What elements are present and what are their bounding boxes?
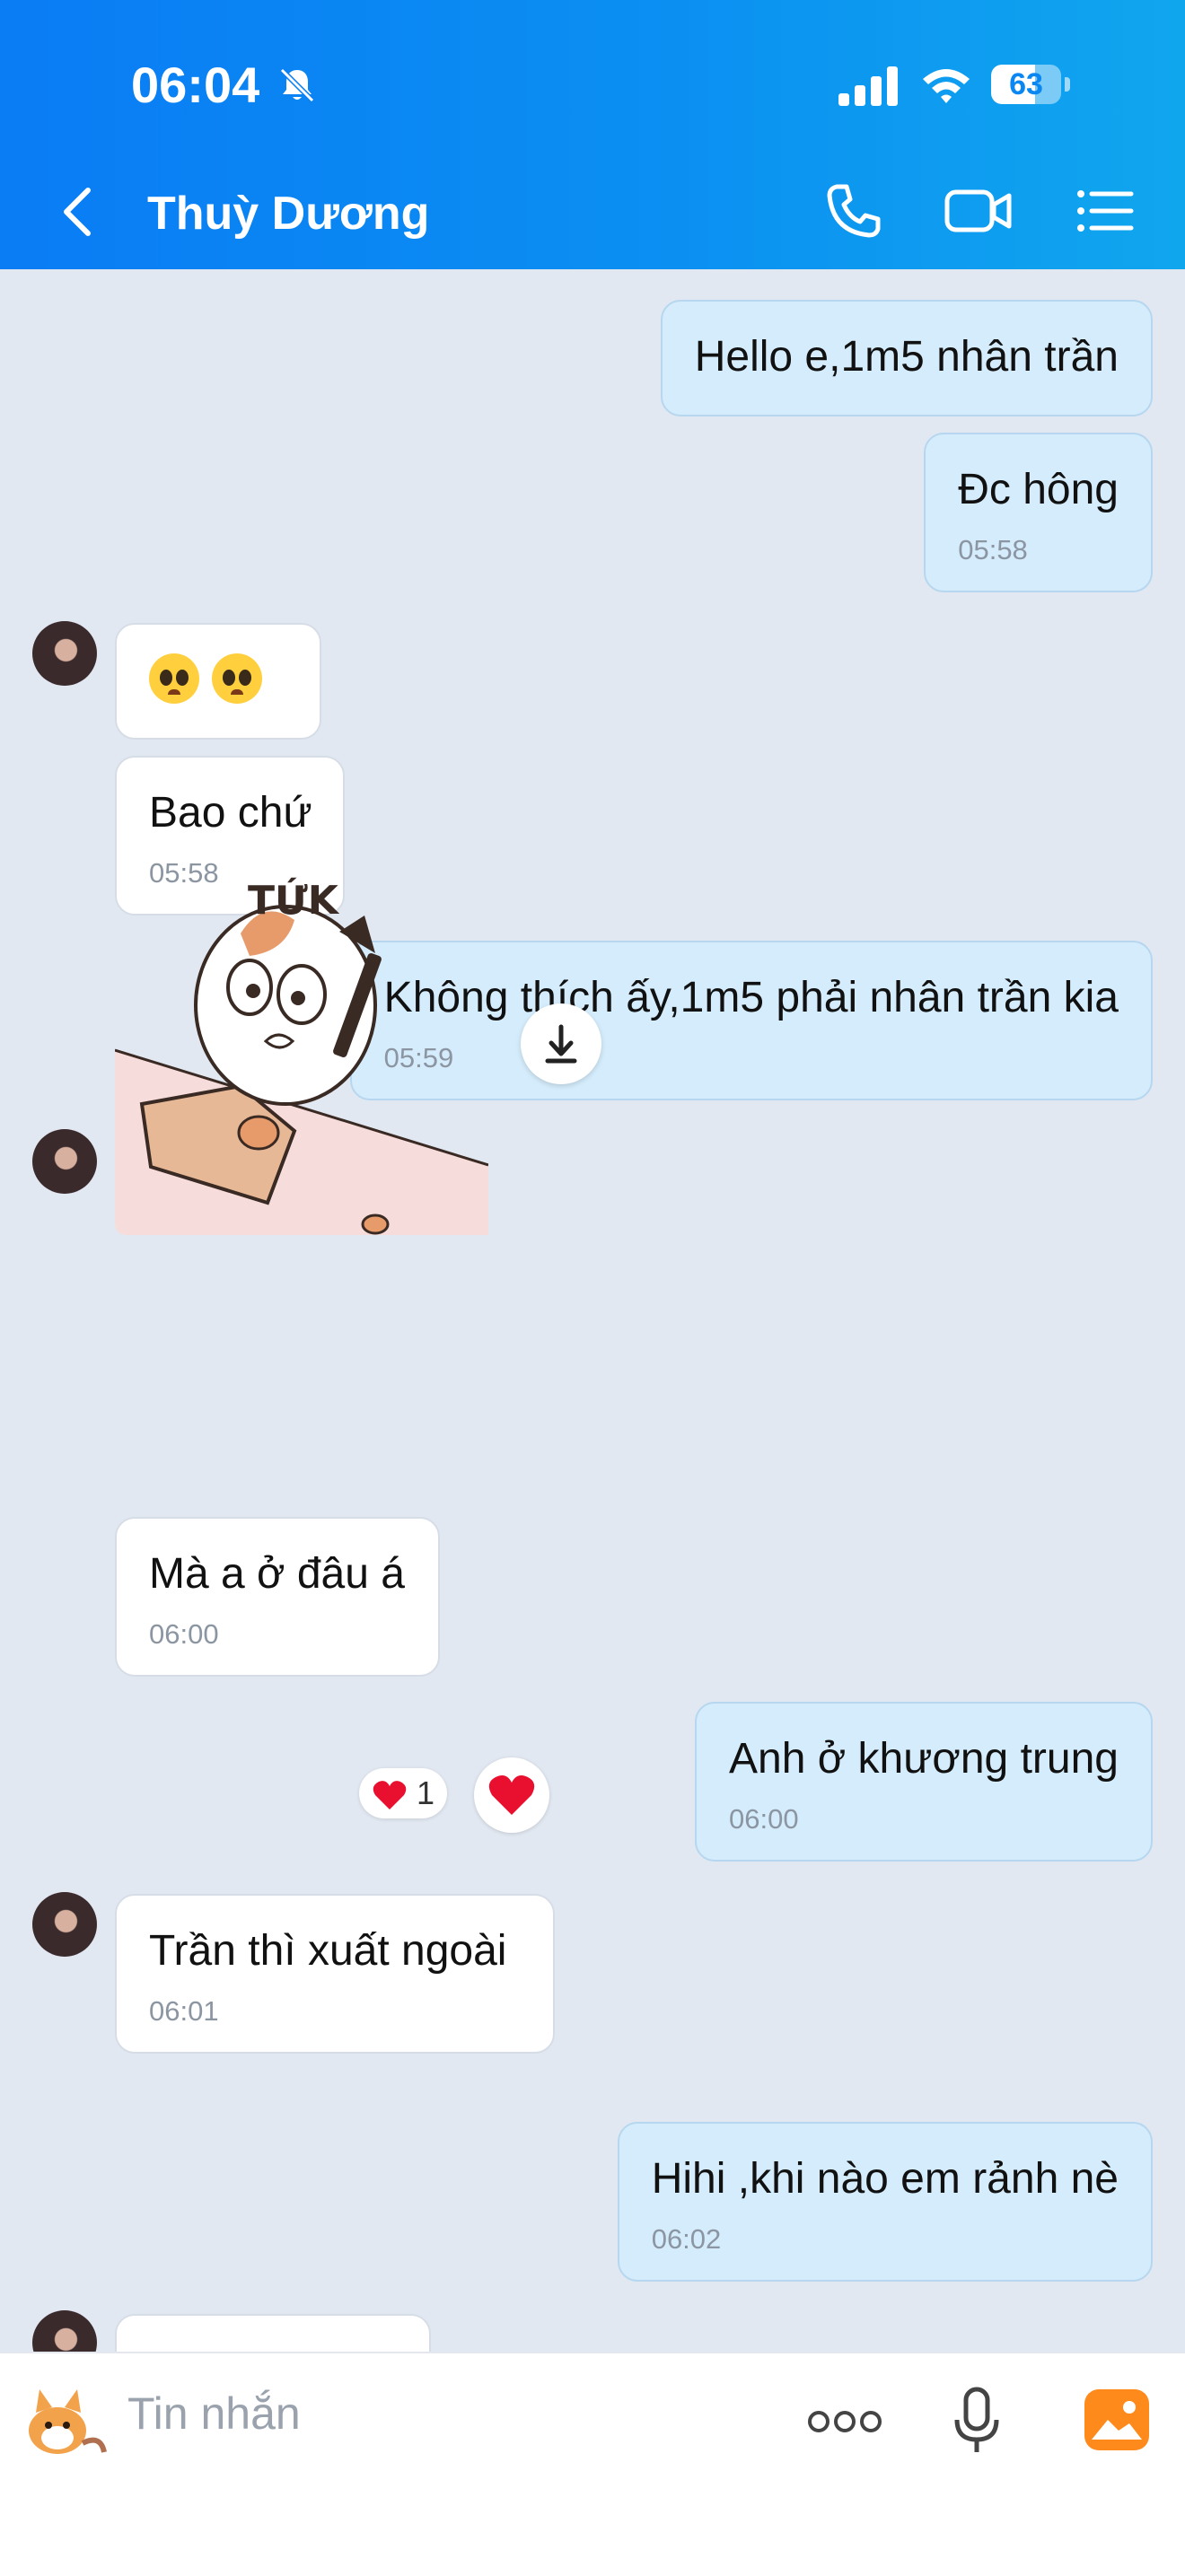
message-input[interactable]: Tin nhắn (127, 2388, 301, 2440)
message-text: Mà a ở đâu á (149, 1550, 405, 1598)
avatar[interactable] (32, 621, 97, 686)
message-text: Trần thì xuất ngoài (149, 1927, 507, 1975)
react-heart-button[interactable] (474, 1757, 549, 1833)
message-time: 06:02 (651, 2223, 722, 2255)
message-text: Hihi ,khi nào em rảnh nè (651, 2155, 1119, 2203)
avatar[interactable] (32, 1892, 97, 1957)
message-time: 05:59 (383, 1042, 454, 1073)
outgoing-message[interactable]: Hihi ,khi nào em rảnh nè 06:02 (617, 2122, 1153, 2282)
message-text: Không thích ấy,1m5 phải nhân trần kia (383, 974, 1119, 1021)
video-camera-icon[interactable] (943, 180, 1014, 242)
muted-bell-icon (279, 67, 315, 103)
outgoing-message[interactable]: Đc hông 05:58 (924, 433, 1153, 592)
more-dots-icon[interactable] (806, 2405, 883, 2438)
message-time: 06:00 (149, 1618, 219, 1650)
incoming-message[interactable]: Trần thì xuất ngoài 06:01 (115, 1894, 555, 2054)
battery-level: 63 (1009, 67, 1043, 101)
message-text: Hello e,1m5 nhân trần (694, 333, 1119, 381)
pleading-face-emoji-icon (149, 653, 199, 705)
microphone-icon[interactable] (952, 2386, 1002, 2458)
contact-name[interactable]: Thuỳ Dương (147, 187, 429, 241)
reaction-count: 1 (417, 1774, 435, 1811)
wifi-icon (923, 69, 970, 103)
message-text: Anh ở khương trung (729, 1735, 1119, 1783)
outgoing-message[interactable]: Hello e,1m5 nhân trần (660, 300, 1153, 416)
battery-indicator: 63 (991, 65, 1070, 104)
phone-icon[interactable] (822, 180, 885, 242)
cellular-signal-icon (838, 66, 898, 106)
sticker-text: TỨK (248, 876, 340, 924)
status-time: 06:04 (131, 57, 260, 113)
download-button[interactable] (521, 1003, 601, 1084)
heart-icon (373, 1781, 407, 1810)
pleading-face-emoji-icon (212, 653, 262, 705)
avatar[interactable] (32, 2310, 97, 2352)
sticker-icon[interactable] (20, 2380, 110, 2466)
download-icon (545, 1024, 577, 1064)
message-time: 05:58 (958, 534, 1028, 565)
list-menu-icon[interactable] (1074, 180, 1137, 242)
chevron-left-icon[interactable] (54, 183, 99, 241)
incoming-message[interactable] (115, 2314, 431, 2352)
message-list[interactable]: Hello e,1m5 nhân trần Đc hông 05:58 Bao … (0, 269, 1185, 2352)
incoming-message[interactable]: Mà a ở đâu á 06:00 (115, 1517, 440, 1677)
outgoing-message[interactable]: Anh ở khương trung 06:00 (695, 1702, 1153, 1862)
heart-icon (488, 1775, 535, 1815)
message-text: Đc hông (958, 466, 1119, 513)
incoming-message[interactable] (115, 623, 321, 740)
sticker-message[interactable]: TỨK (114, 871, 489, 1235)
message-time: 06:00 (729, 1803, 799, 1835)
chat-header: 06:04 63 Thuỳ Dương (0, 0, 1185, 269)
message-composer: Tin nhắn (0, 2352, 1185, 2576)
reaction-summary[interactable]: 1 (359, 1768, 448, 1818)
avatar[interactable] (32, 1129, 97, 1194)
message-text: Bao chứ (149, 789, 312, 837)
image-gallery-icon[interactable] (1083, 2388, 1151, 2452)
message-time: 06:01 (149, 1995, 219, 2027)
